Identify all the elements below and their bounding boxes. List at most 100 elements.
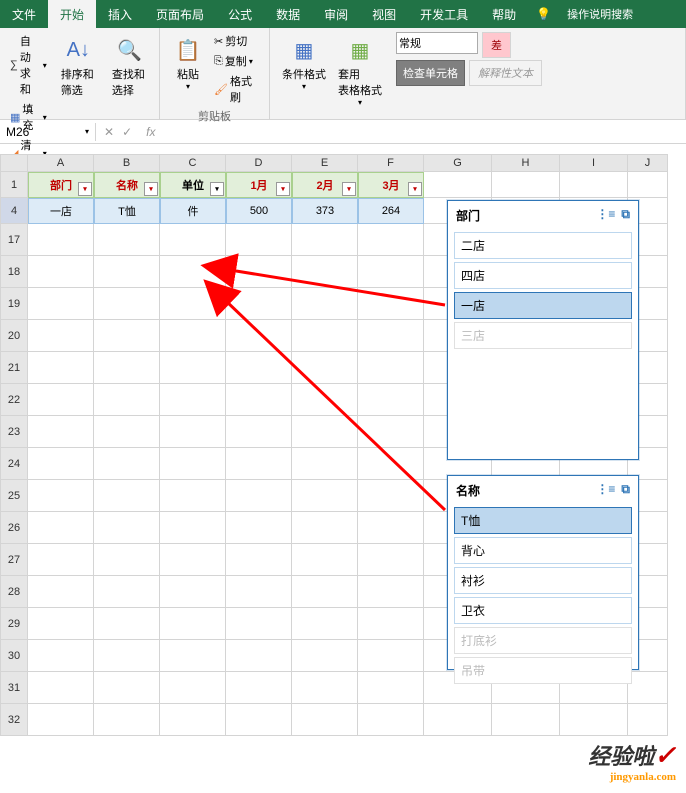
slicer-item[interactable]: 背心 xyxy=(454,537,632,564)
filter-icon[interactable]: ▾ xyxy=(210,182,224,196)
cell[interactable] xyxy=(226,480,292,512)
copy-button[interactable]: ⎘复制▾ xyxy=(212,52,261,70)
cell[interactable] xyxy=(492,172,560,198)
slicer-item[interactable]: 衬衫 xyxy=(454,567,632,594)
table-header[interactable]: 部门▾ xyxy=(28,172,94,198)
col-header[interactable]: G xyxy=(424,154,492,172)
cell[interactable] xyxy=(226,640,292,672)
cell[interactable] xyxy=(292,448,358,480)
cell[interactable] xyxy=(358,288,424,320)
row-header[interactable]: 23 xyxy=(0,416,28,448)
cell[interactable] xyxy=(160,608,226,640)
cell[interactable] xyxy=(358,480,424,512)
cut-button[interactable]: ✂剪切 xyxy=(212,32,261,50)
cell[interactable] xyxy=(160,320,226,352)
filter-icon[interactable]: ▾ xyxy=(78,182,92,196)
cell[interactable] xyxy=(160,288,226,320)
col-header[interactable]: D xyxy=(226,154,292,172)
tab-view[interactable]: 视图 xyxy=(360,0,408,28)
slicer-item[interactable]: 打底衫 xyxy=(454,627,632,654)
col-header[interactable]: B xyxy=(94,154,160,172)
select-all-corner[interactable] xyxy=(0,154,28,172)
cell[interactable] xyxy=(160,256,226,288)
cell[interactable] xyxy=(94,352,160,384)
find-select-button[interactable]: 🔍查找和选择 xyxy=(108,32,151,170)
cell[interactable] xyxy=(292,544,358,576)
row-header[interactable]: 25 xyxy=(0,480,28,512)
table-header[interactable]: 名称▾ xyxy=(94,172,160,198)
table-format-button[interactable]: ▦套用 表格格式▾ xyxy=(334,32,386,109)
cell[interactable] xyxy=(292,704,358,736)
cell[interactable] xyxy=(358,608,424,640)
cell[interactable] xyxy=(226,544,292,576)
autosum-button[interactable]: ∑自动求和▾ xyxy=(8,32,49,98)
cell[interactable] xyxy=(94,384,160,416)
row-header[interactable]: 21 xyxy=(0,352,28,384)
cell[interactable] xyxy=(226,288,292,320)
cell[interactable] xyxy=(358,416,424,448)
cell[interactable] xyxy=(358,224,424,256)
row-header[interactable]: 18 xyxy=(0,256,28,288)
cell[interactable] xyxy=(226,704,292,736)
tab-data[interactable]: 数据 xyxy=(264,0,312,28)
row-header[interactable]: 26 xyxy=(0,512,28,544)
col-header[interactable]: I xyxy=(560,154,628,172)
cell[interactable] xyxy=(226,416,292,448)
cell[interactable] xyxy=(160,672,226,704)
filter-icon[interactable]: ▾ xyxy=(342,182,356,196)
tab-file[interactable]: 文件 xyxy=(0,0,48,28)
number-format-select[interactable] xyxy=(396,32,478,54)
cell[interactable] xyxy=(94,640,160,672)
cell[interactable] xyxy=(292,416,358,448)
cell[interactable] xyxy=(358,672,424,704)
cell[interactable] xyxy=(28,640,94,672)
row-header[interactable]: 1 xyxy=(0,172,28,198)
slicer-item[interactable]: 三店 xyxy=(454,322,632,349)
cell[interactable] xyxy=(160,544,226,576)
col-header[interactable]: F xyxy=(358,154,424,172)
cell[interactable] xyxy=(292,608,358,640)
row-header[interactable]: 24 xyxy=(0,448,28,480)
col-header[interactable]: J xyxy=(628,154,668,172)
cell[interactable]: 一店 xyxy=(28,198,94,224)
cell[interactable] xyxy=(28,608,94,640)
cell[interactable] xyxy=(94,544,160,576)
cancel-icon[interactable]: ✕ xyxy=(104,125,114,139)
row-header[interactable]: 19 xyxy=(0,288,28,320)
cell[interactable] xyxy=(358,256,424,288)
cell[interactable] xyxy=(226,448,292,480)
fx-icon[interactable]: fx xyxy=(140,125,161,139)
tab-home[interactable]: 开始 xyxy=(48,0,96,28)
cell[interactable] xyxy=(160,448,226,480)
cell[interactable] xyxy=(160,352,226,384)
cell[interactable] xyxy=(292,640,358,672)
slicer-name[interactable]: 名称 ⋮≡⧉ T恤背心衬衫卫衣打底衫吊带 xyxy=(447,475,639,670)
cell[interactable] xyxy=(160,576,226,608)
tab-review[interactable]: 审阅 xyxy=(312,0,360,28)
cell[interactable] xyxy=(94,512,160,544)
slicer-item[interactable]: 吊带 xyxy=(454,657,632,684)
slicer-item[interactable]: 四店 xyxy=(454,262,632,289)
slicer-item[interactable]: 卫衣 xyxy=(454,597,632,624)
cell[interactable] xyxy=(160,512,226,544)
cell[interactable]: 500 xyxy=(226,198,292,224)
cell[interactable] xyxy=(292,672,358,704)
cell[interactable] xyxy=(226,576,292,608)
cell[interactable] xyxy=(28,544,94,576)
cell[interactable] xyxy=(94,256,160,288)
col-header[interactable]: C xyxy=(160,154,226,172)
table-header[interactable]: 2月▾ xyxy=(292,172,358,198)
cell[interactable] xyxy=(28,672,94,704)
cell[interactable] xyxy=(28,576,94,608)
cell[interactable] xyxy=(94,320,160,352)
name-box[interactable]: M26▾ xyxy=(0,123,96,141)
clear-filter-icon[interactable]: ⧉ xyxy=(621,482,630,499)
row-header[interactable]: 30 xyxy=(0,640,28,672)
cell[interactable] xyxy=(94,416,160,448)
row-header[interactable]: 29 xyxy=(0,608,28,640)
cell[interactable] xyxy=(28,704,94,736)
filter-icon[interactable]: ▾ xyxy=(276,182,290,196)
cell[interactable] xyxy=(358,448,424,480)
cell[interactable] xyxy=(28,512,94,544)
cell[interactable] xyxy=(94,288,160,320)
